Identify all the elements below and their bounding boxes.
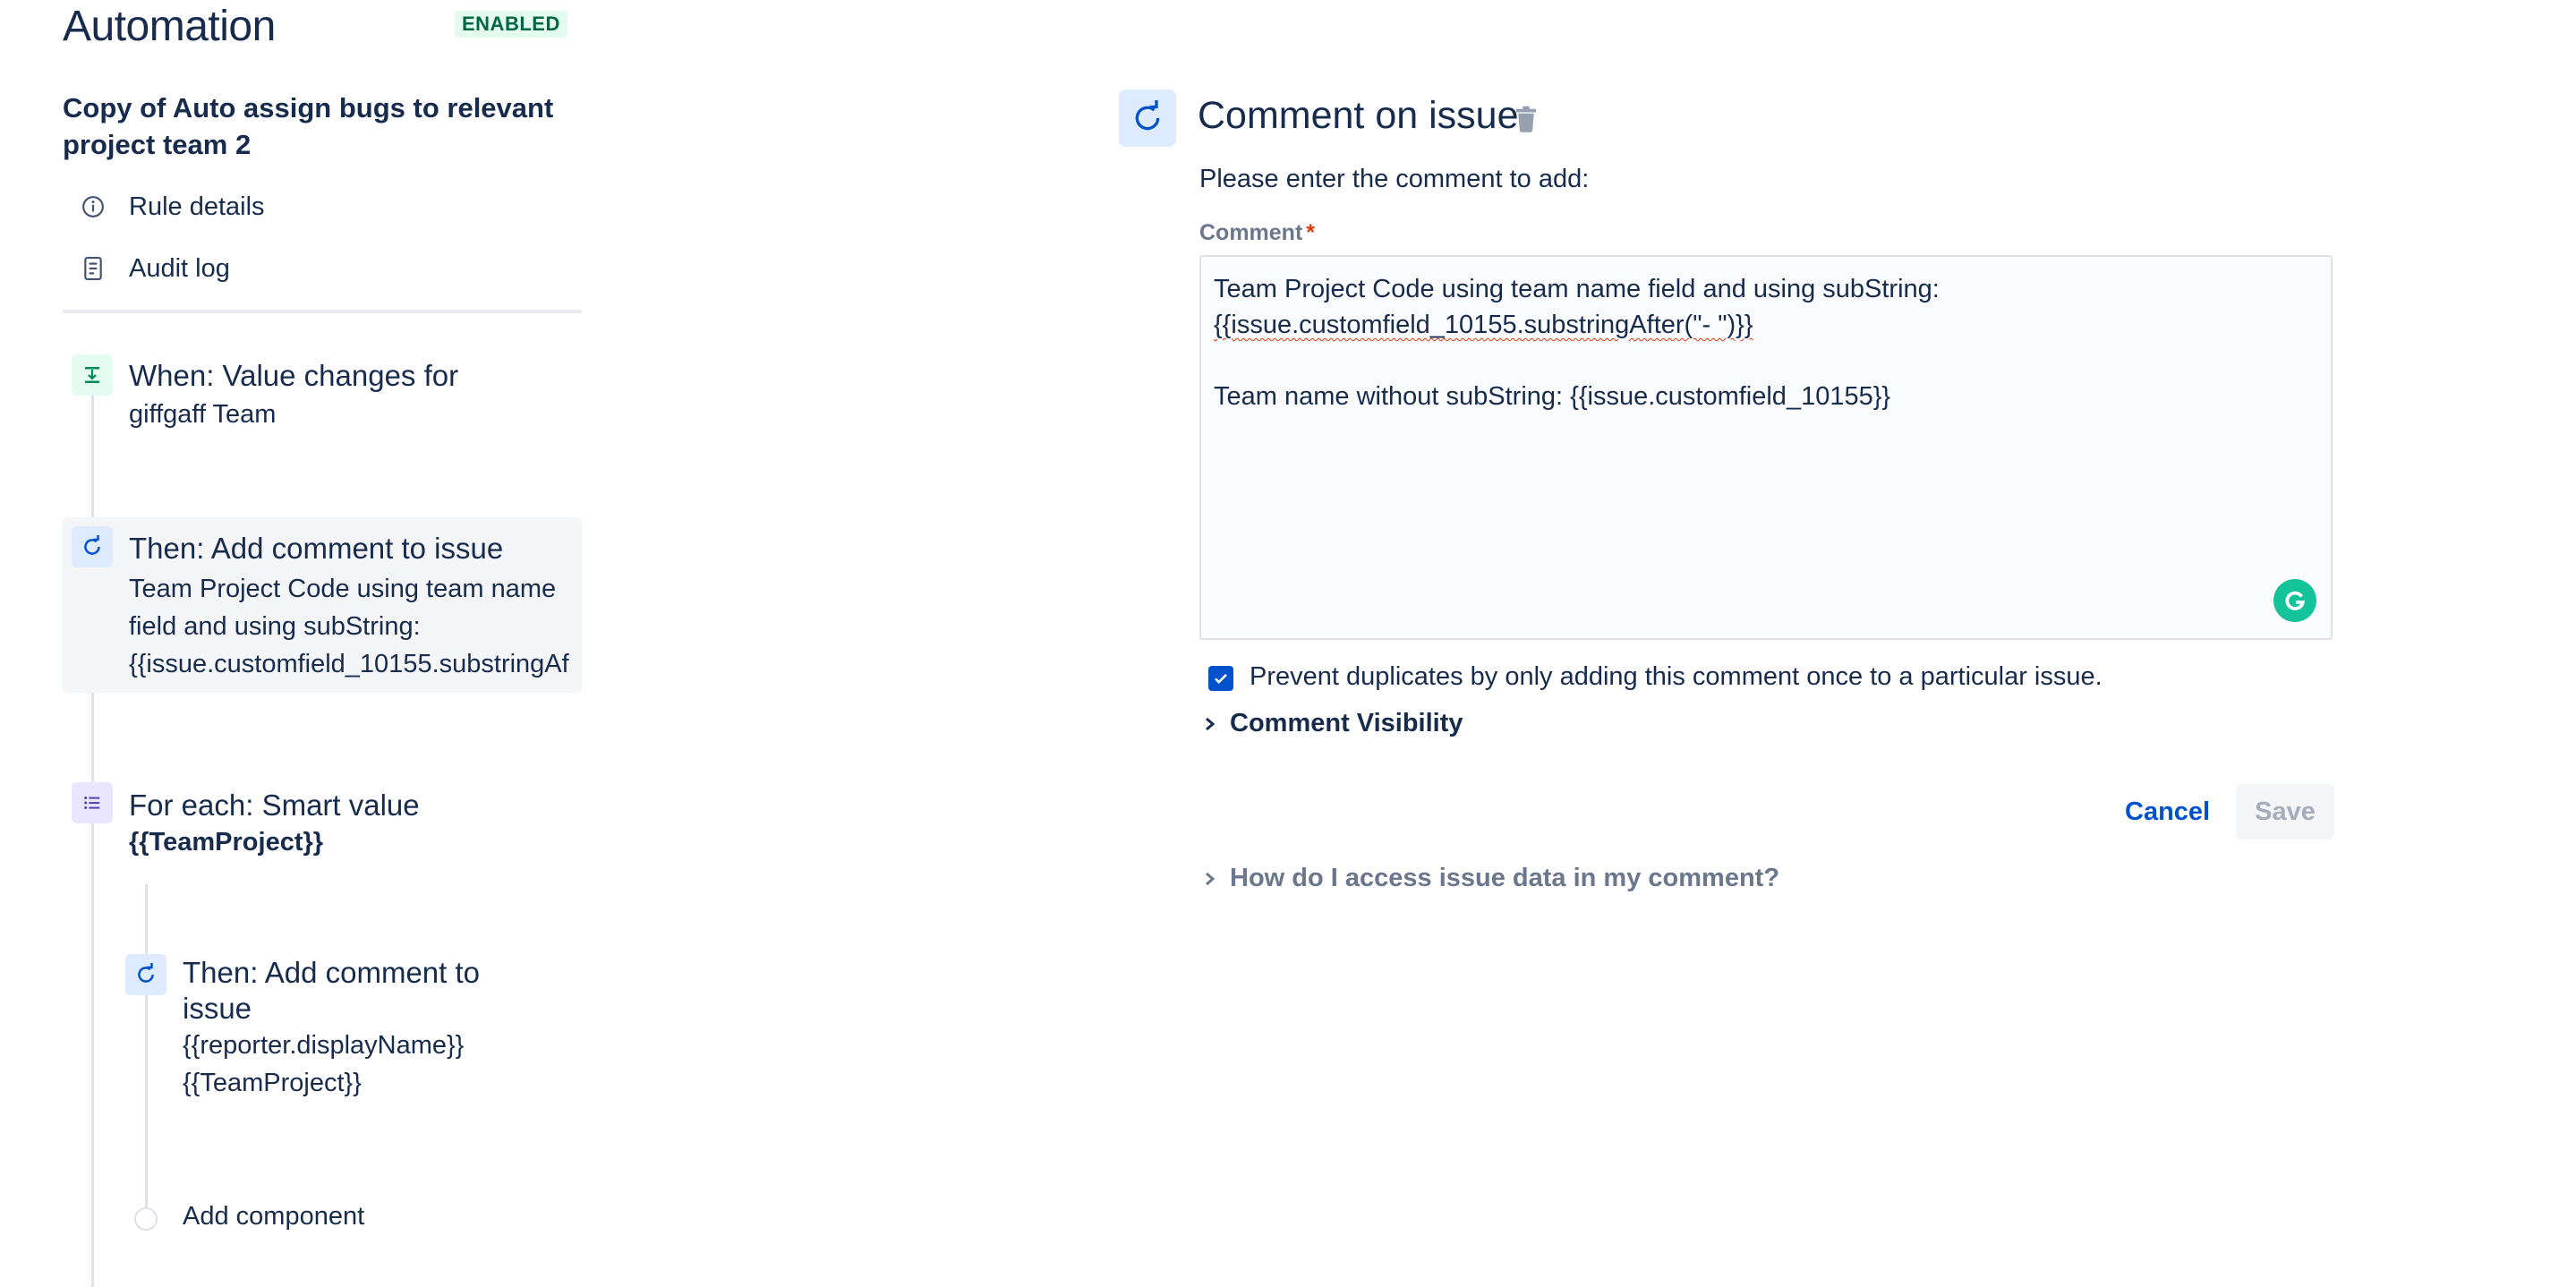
panel-title: Comment on issue xyxy=(1198,94,1519,137)
comment-label-text: Comment xyxy=(1199,220,1303,245)
trigger-subtitle: giffgaff Team xyxy=(129,400,277,429)
comment-refresh-icon xyxy=(72,526,113,567)
sidebar-divider xyxy=(63,310,582,313)
action-2-component[interactable]: Then: Add comment to issue {{reporter.di… xyxy=(183,955,576,1102)
action-2-title-line: Then: Add comment to xyxy=(183,956,481,989)
branch-subtitle: {{TeamProject}} xyxy=(129,828,324,857)
branch-component[interactable]: For each: Smart value {{TeamProject}} xyxy=(129,788,576,861)
document-icon xyxy=(79,254,107,283)
nav-rule-details[interactable]: Rule details xyxy=(79,189,265,225)
comment-line: Team Project Code using team name field … xyxy=(1214,275,1940,303)
required-marker: * xyxy=(1306,220,1316,245)
prevent-duplicates-checkbox[interactable] xyxy=(1208,666,1233,691)
chevron-right-icon xyxy=(1199,871,1221,887)
action-2-line: {{TeamProject}} xyxy=(183,1069,362,1097)
status-badge: ENABLED xyxy=(455,11,567,38)
trigger-component[interactable]: When: Value changes for giffgaff Team xyxy=(129,358,576,433)
grammarly-icon[interactable] xyxy=(2273,579,2316,622)
action-1-line: field and using subString: xyxy=(129,612,421,641)
comment-line: Team name without subString: {{issue.cus… xyxy=(1214,382,1891,411)
comment-field-label: Comment * xyxy=(1199,220,1315,246)
comment-refresh-icon xyxy=(125,954,166,995)
comment-visibility-label: Comment Visibility xyxy=(1230,709,1463,737)
chevron-right-icon xyxy=(1199,716,1221,732)
action-2-line: {{reporter.displayName}} xyxy=(183,1031,465,1060)
comment-prompt: Please enter the comment to add: xyxy=(1199,165,1590,193)
prevent-duplicates-label[interactable]: Prevent duplicates by only adding this c… xyxy=(1250,662,2103,692)
comment-line xyxy=(1214,343,2318,379)
nav-label: Audit log xyxy=(129,253,230,283)
help-label: How do I access issue data in my comment… xyxy=(1230,864,1780,892)
action-1-content: Then: Add comment to issue Team Project … xyxy=(129,531,576,683)
comment-textarea[interactable]: Team Project Code using team name field … xyxy=(1199,255,2333,640)
action-1-line: {{issue.customfield_10155.substringAf xyxy=(129,650,569,678)
help-toggle[interactable]: How do I access issue data in my comment… xyxy=(1199,864,1779,893)
add-component-link[interactable]: Add component xyxy=(183,1202,364,1232)
cancel-button[interactable]: Cancel xyxy=(2109,784,2226,840)
flow-connector xyxy=(91,376,94,1287)
comment-line: {{issue.customfield_10155.substringAfter… xyxy=(1214,311,1753,339)
rule-title: Copy of Auto assign bugs to relevant pro… xyxy=(63,92,554,160)
info-icon xyxy=(79,192,107,221)
comment-visibility-toggle[interactable]: Comment Visibility xyxy=(1199,709,1463,738)
action-1-line: Team Project Code using team name xyxy=(129,575,557,603)
branch-connector xyxy=(145,884,148,1215)
save-button[interactable]: Save xyxy=(2236,784,2334,840)
action-2-title-line: issue xyxy=(183,992,252,1025)
add-component-node-icon xyxy=(134,1207,158,1231)
branch-title: For each: Smart value xyxy=(129,788,420,822)
list-icon xyxy=(72,782,113,823)
nav-label: Rule details xyxy=(129,192,265,221)
trigger-icon xyxy=(72,354,113,396)
trigger-title: When: Value changes for xyxy=(129,359,459,392)
comment-refresh-icon xyxy=(1119,89,1176,147)
trash-icon[interactable] xyxy=(1513,104,1540,134)
nav-audit-log[interactable]: Audit log xyxy=(79,251,230,286)
page-title: Automation xyxy=(63,3,276,50)
action-1-title: Then: Add comment to issue xyxy=(129,532,504,565)
